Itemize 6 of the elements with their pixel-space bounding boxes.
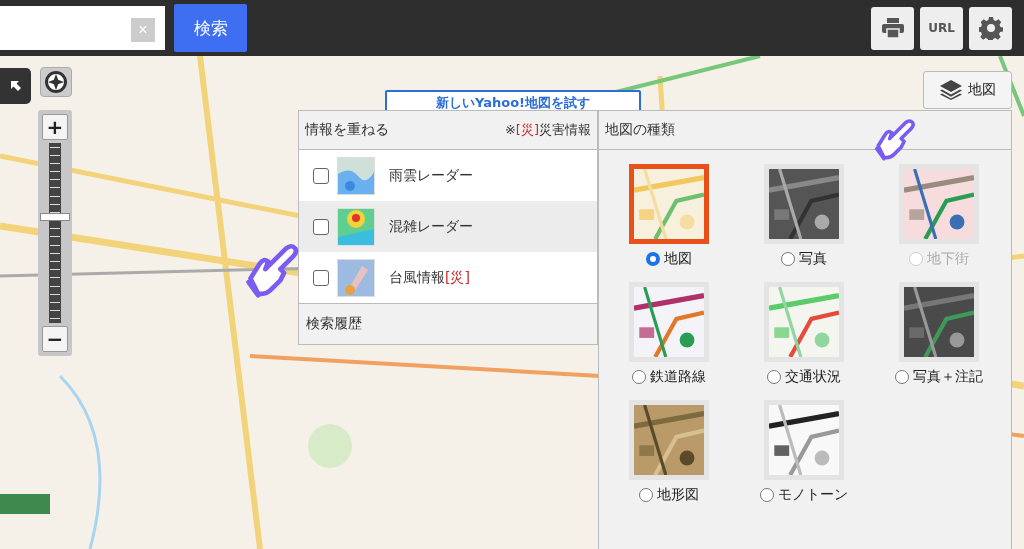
- search-button[interactable]: 検索: [174, 4, 247, 52]
- settings-button[interactable]: [969, 6, 1012, 50]
- url-button[interactable]: URL: [920, 6, 963, 50]
- settings-icon: [978, 16, 1003, 40]
- print-button[interactable]: [871, 6, 914, 50]
- print-icon: [881, 18, 904, 38]
